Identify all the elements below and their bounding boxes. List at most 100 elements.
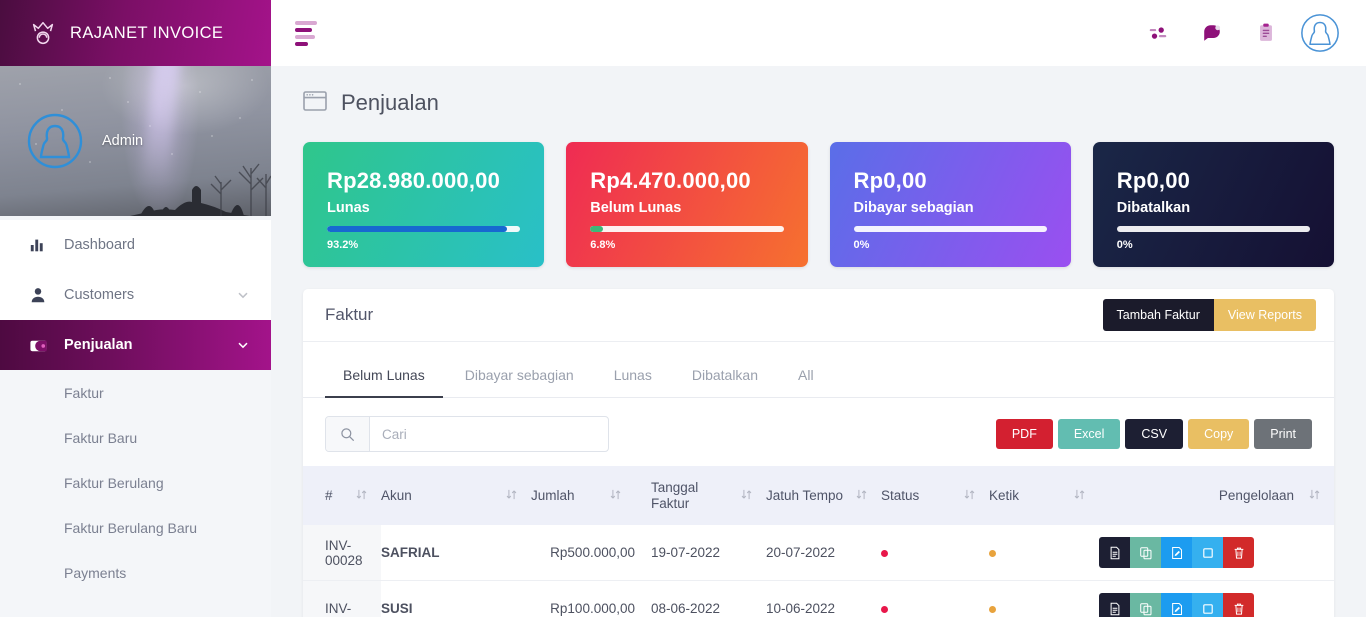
cell-jumlah: Rp100.000,00 <box>531 580 651 617</box>
status-label: Belum Lunas <box>894 601 970 617</box>
sort-icon <box>1308 488 1322 504</box>
view-reports-button[interactable]: View Reports <box>1213 299 1316 331</box>
sidebar-item-label: Customers <box>64 287 135 303</box>
sidebar-subitem-faktur-berulang-baru[interactable]: Faktur Berulang Baru <box>0 505 271 550</box>
type-dot <box>989 605 996 613</box>
sidebar-subitem-label: Faktur Baru <box>64 429 138 446</box>
column-header-index[interactable]: # <box>303 466 381 526</box>
cell-ketik: Berulang <box>989 525 1099 582</box>
sort-icon <box>355 488 369 504</box>
cell-actions <box>1099 580 1334 617</box>
search-box[interactable] <box>325 416 609 452</box>
clipboard-icon[interactable] <box>1244 11 1288 55</box>
tab-dibayar-sebagian[interactable]: Dibayar sebagian <box>447 354 592 398</box>
column-header-status[interactable]: Status <box>881 466 989 526</box>
settings-sliders-icon[interactable] <box>1136 11 1180 55</box>
tab-all[interactable]: All <box>780 354 832 398</box>
card-label: Dibatalkan <box>1116 200 1191 216</box>
brand-header[interactable]: RAJANET INVOICE <box>0 0 271 66</box>
user-avatar-icon <box>26 112 84 170</box>
user-icon <box>28 285 48 305</box>
cell-tanggal-faktur: 08-06-2022 <box>651 580 766 617</box>
cell-akun: SAFRIAL <box>381 525 531 582</box>
column-header-pengelolaan[interactable]: Pengelolaan <box>1099 466 1334 526</box>
sidebar-subitem-faktur-berulang[interactable]: Faktur Berulang <box>0 460 271 505</box>
cell-jumlah: Rp500.000,00 <box>531 525 651 582</box>
chevron-down-icon <box>237 339 249 351</box>
sidebar: RAJANET INVOICE Admin Dashboard Customer… <box>0 0 271 617</box>
sort-icon <box>1073 488 1087 504</box>
tab-dibatalkan[interactable]: Dibatalkan <box>674 354 776 398</box>
sidebar-subitem-label: Faktur Berulang Baru <box>64 519 198 536</box>
profile-card: Admin <box>0 66 271 216</box>
summary-cards: Rp28.980.000,00 Lunas 93.2% Rp4.470.000,… <box>303 142 1334 267</box>
column-header-jatuh-tempo[interactable]: Jatuh Tempo <box>766 466 881 526</box>
cell-ketik: Berulang <box>989 580 1099 617</box>
column-header-akun[interactable]: Akun <box>381 466 531 526</box>
view-invoice-button[interactable] <box>1099 537 1130 569</box>
sidebar-subitem-faktur-baru[interactable]: Faktur Baru <box>0 415 271 460</box>
sidebar-item-customers[interactable]: Customers <box>0 270 271 320</box>
card-percent: 93.2% <box>327 239 359 251</box>
export-pdf-button[interactable]: PDF <box>995 419 1053 449</box>
add-invoice-button[interactable]: Tambah Faktur <box>1102 299 1214 331</box>
export-excel-button[interactable]: Excel <box>1057 419 1121 449</box>
sort-icon <box>505 488 519 504</box>
chat-bubble-icon[interactable] <box>1190 11 1234 55</box>
export-buttons: PDF Excel CSV Copy Print <box>995 419 1312 449</box>
cell-akun: SUSI <box>381 580 531 617</box>
progress-track <box>853 226 1047 232</box>
cell-jatuh-tempo: 20-07-2022 <box>766 525 881 582</box>
table-body: INV-00028 SAFRIAL Rp500.000,00 19-07-202… <box>303 525 1334 617</box>
sidebar-item-penjualan[interactable]: Penjualan <box>0 320 271 370</box>
user-avatar-icon[interactable] <box>1298 11 1342 55</box>
row-action-group <box>1099 593 1334 617</box>
export-csv-button[interactable]: CSV <box>1125 419 1184 449</box>
summary-card-lunas[interactable]: Rp28.980.000,00 Lunas 93.2% <box>303 142 545 267</box>
edit-invoice-button[interactable] <box>1161 593 1192 617</box>
summary-card-belum-lunas[interactable]: Rp4.470.000,00 Belum Lunas 6.8% <box>566 142 808 267</box>
page-header: Penjualan <box>303 66 1334 132</box>
edit-invoice-button[interactable] <box>1161 537 1192 569</box>
table-row[interactable]: INV- SUSI Rp100.000,00 08-06-2022 10-06-… <box>303 580 1334 617</box>
cell-tanggal-faktur: 19-07-2022 <box>651 525 766 582</box>
column-label: Jatuh Tempo <box>766 487 844 503</box>
cell-actions <box>1099 525 1334 582</box>
delete-invoice-button[interactable] <box>1223 593 1254 617</box>
column-header-tanggal-faktur[interactable]: Tanggal Faktur <box>651 466 766 526</box>
mark-invoice-button[interactable] <box>1192 537 1223 569</box>
type-label: Berulang <box>1002 545 1055 561</box>
search-input[interactable] <box>370 417 608 451</box>
tab-belum-lunas[interactable]: Belum Lunas <box>325 354 443 398</box>
table-header-row: # Akun Jumlah Tanggal Faktur Jatuh Tempo… <box>303 466 1334 526</box>
summary-card-dibayar-sebagian[interactable]: Rp0,00 Dibayar sebagian 0% <box>829 142 1071 267</box>
sidebar-subitem-label: Faktur Berulang <box>64 474 164 491</box>
export-copy-button[interactable]: Copy <box>1188 419 1250 449</box>
sort-icon <box>963 488 977 504</box>
sidebar-subitem-payments[interactable]: Payments <box>0 550 271 595</box>
duplicate-invoice-button[interactable] <box>1130 593 1161 617</box>
column-label: Ketik <box>989 487 1020 503</box>
cell-index: INV-00028 <box>303 525 381 582</box>
invoice-panel: Faktur Tambah Faktur View Reports Belum … <box>303 289 1334 617</box>
view-invoice-button[interactable] <box>1099 593 1130 617</box>
column-header-ketik[interactable]: Ketik <box>989 466 1099 526</box>
progress-fill <box>590 226 604 232</box>
column-label: Pengelolaan <box>1218 487 1294 503</box>
sidebar-subitem-faktur[interactable]: Faktur <box>0 370 271 415</box>
table-row[interactable]: INV-00028 SAFRIAL Rp500.000,00 19-07-202… <box>303 525 1334 582</box>
summary-card-dibatalkan[interactable]: Rp0,00 Dibatalkan 0% <box>1092 142 1334 267</box>
mark-invoice-button[interactable] <box>1192 593 1223 617</box>
sidebar-subitem-label: Payments <box>64 564 127 581</box>
duplicate-invoice-button[interactable] <box>1130 537 1161 569</box>
progress-fill <box>327 226 508 232</box>
delete-invoice-button[interactable] <box>1223 537 1254 569</box>
card-amount: Rp0,00 <box>853 168 927 193</box>
table-toolbar: PDF Excel CSV Copy Print <box>303 398 1334 466</box>
hamburger-icon[interactable] <box>291 16 325 50</box>
export-print-button[interactable]: Print <box>1254 419 1312 449</box>
column-header-jumlah[interactable]: Jumlah <box>531 466 651 526</box>
sidebar-item-dashboard[interactable]: Dashboard <box>0 220 271 270</box>
tab-lunas[interactable]: Lunas <box>596 354 670 398</box>
card-percent: 0% <box>1116 239 1133 251</box>
